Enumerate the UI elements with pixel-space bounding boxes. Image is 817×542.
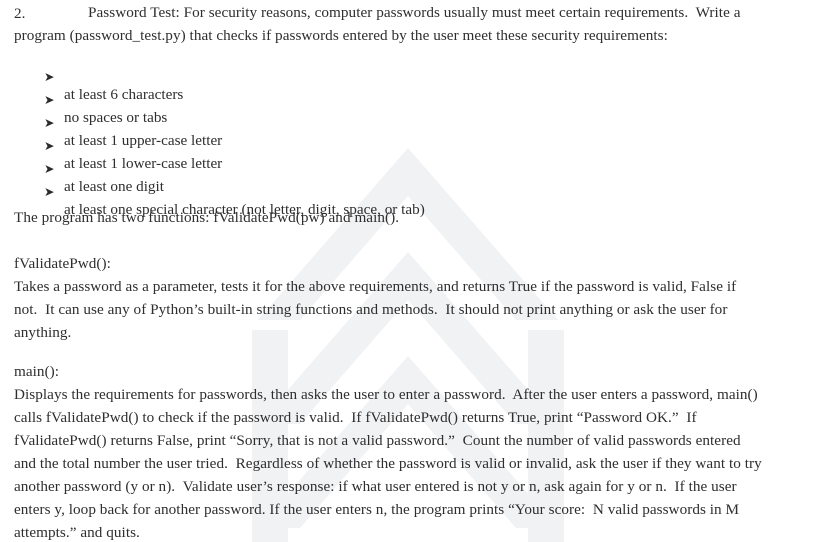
bullet-arrow-icon: ➤: [44, 138, 55, 153]
requirement-label: at least 1 upper-case letter: [64, 132, 223, 149]
document-page: 2. Password Test: For security reasons, …: [0, 0, 817, 542]
item-number: 2.: [14, 5, 26, 22]
bullet-arrow-icon: ➤: [44, 115, 55, 130]
validate-section-line: anything.: [14, 324, 72, 341]
main-section-line: fValidatePwd() returns False, print “Sor…: [14, 432, 741, 449]
requirement-label: at least 6 characters: [64, 86, 184, 103]
main-section-line: calls fValidatePwd() to check if the pas…: [14, 409, 697, 426]
requirement-item: ➤ at least one special character (not le…: [0, 166, 425, 238]
main-section-line: enters y, loop back for another password…: [14, 501, 740, 518]
heading-line-2: program (password_test.py) that checks i…: [14, 27, 668, 44]
main-section-line: attempts.” and quits.: [14, 524, 140, 541]
main-section-line: another password (y or n). Validate user…: [14, 478, 737, 495]
bullet-arrow-icon: ➤: [44, 161, 55, 176]
requirement-label: no spaces or tabs: [64, 109, 168, 126]
heading-line-1: Password Test: For security reasons, com…: [88, 4, 741, 21]
validate-section-line: Takes a password as a parameter, tests i…: [14, 278, 737, 295]
validate-section-line: not. It can use any of Python’s built-in…: [14, 301, 728, 318]
bullet-arrow-icon: ➤: [44, 184, 55, 199]
requirement-label: at least one digit: [64, 178, 164, 195]
main-section-title: main():: [14, 363, 60, 380]
validate-section-title: fValidatePwd():: [14, 255, 111, 272]
overview-line: The program has two functions: fValidate…: [14, 209, 400, 226]
main-section-line: and the total number the user tried. Reg…: [14, 455, 762, 472]
bullet-arrow-icon: ➤: [44, 69, 55, 84]
main-section-line: Displays the requirements for passwords,…: [14, 386, 758, 403]
requirement-label: at least 1 lower-case letter: [64, 155, 223, 172]
bullet-arrow-icon: ➤: [44, 92, 55, 107]
